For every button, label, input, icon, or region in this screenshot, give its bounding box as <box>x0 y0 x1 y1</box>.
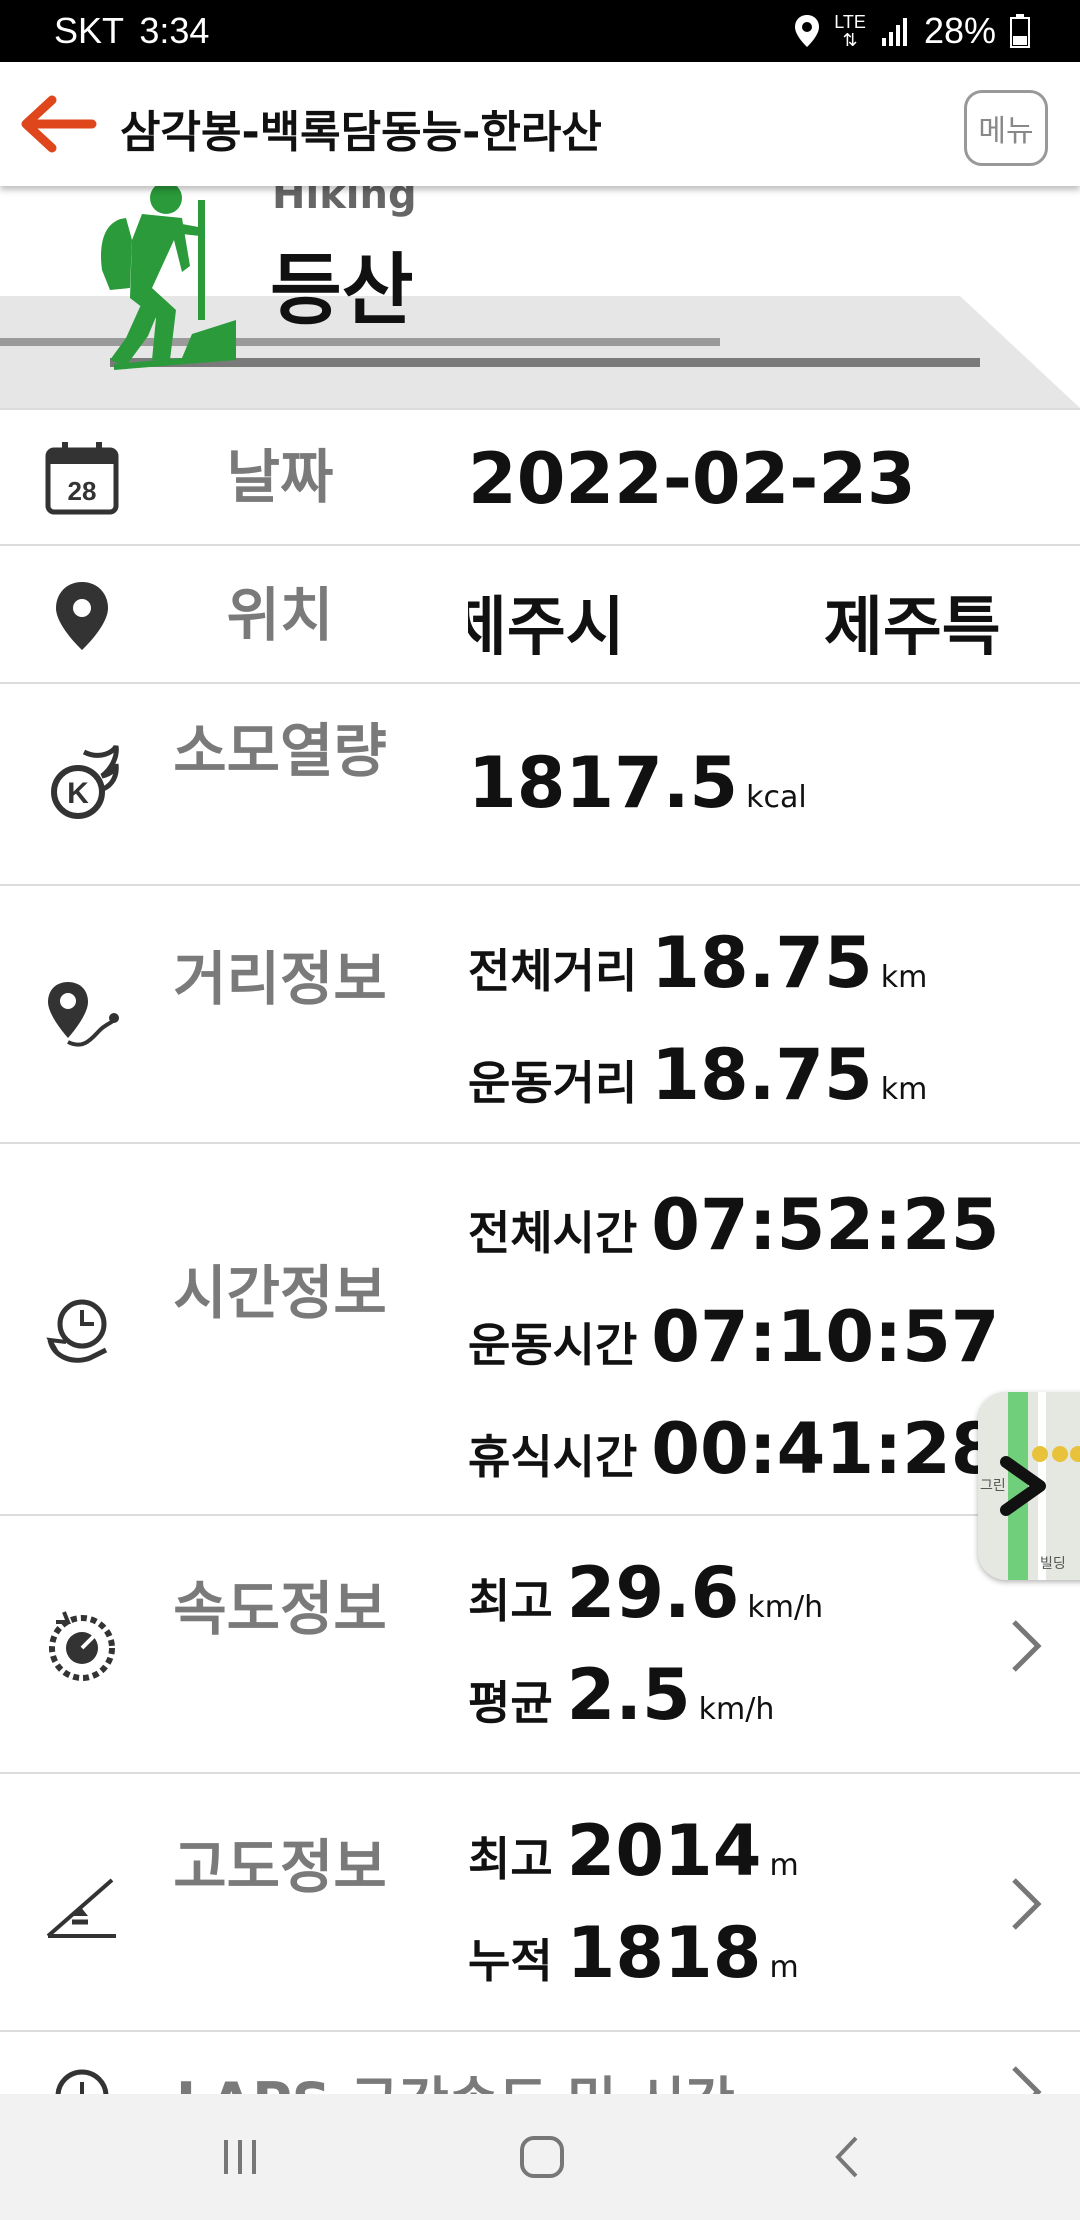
app-bar: 삼각봉-백록담동능-한라산 메뉴 <box>0 62 1080 186</box>
chevron-right-icon <box>1012 1878 1042 1930</box>
back-icon[interactable] <box>818 2132 878 2182</box>
page-title: 삼각봉-백록담동능-한라산 <box>120 107 602 158</box>
altitude-cum-unit: m <box>769 1950 799 1985</box>
date-value-line: 2022-02-23 <box>468 438 916 520</box>
altitude-max-line: 최고 2014 m <box>468 1810 799 1892</box>
calories-label: 소모열량 <box>173 717 387 785</box>
date-value: 2022-02-23 <box>468 438 916 520</box>
status-icons: LTE ⇅ 28% <box>794 8 1030 54</box>
time-rest-label: 휴식시간 <box>468 1430 638 1484</box>
activity-name-en: Hiking <box>272 186 417 218</box>
chevron-right-icon <box>1012 1620 1042 1672</box>
clock-icon <box>55 2069 109 2094</box>
location-value-part1: 제주시 <box>468 591 625 656</box>
laps-label: LAPS 구간속도 및 시간 <box>176 2058 735 2094</box>
system-nav-bar <box>0 2094 1080 2220</box>
activity-banner: Hiking 등산 <box>0 186 1080 408</box>
menu-button[interactable]: 메뉴 <box>964 90 1048 166</box>
recents-icon[interactable] <box>210 2132 270 2182</box>
calorie-flame-icon: K <box>51 744 119 819</box>
location-status-icon <box>794 14 820 48</box>
location-pin-icon <box>56 582 108 650</box>
lte-icon: LTE ⇅ <box>834 13 866 49</box>
battery-percent: 28% <box>923 10 996 51</box>
speed-label: 속도정보 <box>173 1575 387 1643</box>
speed-avg-value: 2.5 <box>566 1654 691 1736</box>
distance-moving-label: 운동거리 <box>468 1056 638 1110</box>
altitude-label: 고도정보 <box>173 1833 387 1901</box>
arrow-left-icon <box>21 95 97 153</box>
map-text-2: 빌딩 <box>1040 1556 1066 1572</box>
home-icon[interactable] <box>512 2132 572 2182</box>
data-arrows-icon: ⇅ <box>842 30 858 50</box>
carrier-label: SKT <box>54 10 124 51</box>
distance-total-label: 전체거리 <box>468 944 638 998</box>
status-bar: SKT 3:34 LTE ⇅ 28% <box>0 0 1080 62</box>
altitude-cum-value: 1818 <box>566 1912 762 1994</box>
altitude-row[interactable]: 고도정보 최고 2014 m 누적 1818 m <box>0 1772 1080 2030</box>
distance-route-icon <box>48 982 119 1047</box>
battery-icon <box>1010 14 1030 48</box>
map-preview-graphic: 그린 빌딩 <box>978 1392 1080 1580</box>
speed-max-value: 29.6 <box>566 1552 740 1634</box>
distance-row[interactable]: 거리정보 전체거리 18.75 km 운동거리 18.75 km <box>0 884 1080 1142</box>
altitude-max-unit: m <box>769 1848 799 1883</box>
speed-max-unit: km/h <box>747 1590 824 1625</box>
calories-value-line: 1817.5 kcal <box>468 742 807 824</box>
network-label: LTE <box>834 12 866 32</box>
altitude-max-value: 2014 <box>566 1810 762 1892</box>
altitude-slope-icon <box>46 1878 116 1938</box>
altitude-cum-line: 누적 1818 m <box>468 1912 799 1994</box>
speed-avg-unit: km/h <box>698 1692 775 1727</box>
location-row: 위치 제주시 제주특별 <box>0 544 1080 682</box>
time-rest-line: 휴식시간 00:41:28 <box>468 1408 1000 1490</box>
activity-name-ko: 등산 <box>270 246 414 336</box>
time-total-line: 전체시간 07:52:25 <box>468 1184 1000 1266</box>
distance-moving-unit: km <box>880 1072 928 1107</box>
time-moving-line: 운동시간 07:10:57 <box>468 1296 1000 1378</box>
speed-max-line: 최고 29.6 km/h <box>468 1552 823 1634</box>
calendar-icon: 28 <box>45 442 119 515</box>
distance-moving-line: 운동거리 18.75 km <box>468 1034 927 1116</box>
location-label: 위치 <box>226 581 334 649</box>
time-total-value: 07:52:25 <box>651 1184 1000 1266</box>
speed-avg-line: 평균 2.5 km/h <box>468 1654 774 1736</box>
calorie-icon-letter: K <box>67 777 89 810</box>
laps-row[interactable]: LAPS 구간속도 및 시간 <box>0 2030 1080 2094</box>
clock: 3:34 <box>139 10 210 51</box>
status-carrier-time: SKT 3:34 <box>54 10 209 52</box>
distance-label: 거리정보 <box>173 945 387 1013</box>
distance-total-line: 전체거리 18.75 km <box>468 922 927 1004</box>
chevron-right-icon <box>1012 2066 1042 2094</box>
time-moving-label: 운동시간 <box>468 1318 638 1372</box>
speed-row[interactable]: 속도정보 최고 29.6 km/h 평균 2.5 km/h <box>0 1514 1080 1772</box>
altitude-max-label: 최고 <box>468 1832 553 1886</box>
location-value-part2: 제주특별 <box>824 591 1001 656</box>
calendar-day-text: 28 <box>68 476 97 506</box>
altitude-cum-label: 누적 <box>468 1934 553 1988</box>
location-marquee: 제주시 제주특별 <box>468 576 1058 656</box>
date-label: 날짜 <box>226 443 334 511</box>
distance-total-unit: km <box>880 960 928 995</box>
calories-unit: kcal <box>746 780 807 815</box>
map-thumbnail-button[interactable]: 그린 빌딩 <box>978 1392 1080 1580</box>
signal-icon <box>880 16 910 46</box>
speedometer-icon <box>49 1611 115 1681</box>
date-row: 28 날짜 2022-02-23 <box>0 408 1080 544</box>
speed-max-label: 최고 <box>468 1574 553 1628</box>
calories-row: K 소모열량 1817.5 kcal <box>0 682 1080 884</box>
distance-total-value: 18.75 <box>651 922 873 1004</box>
time-row[interactable]: 시간정보 전체시간 07:52:25 운동시간 07:10:57 휴식시간 00… <box>0 1142 1080 1514</box>
time-moving-value: 07:10:57 <box>651 1296 1000 1378</box>
speed-avg-label: 평균 <box>468 1676 553 1730</box>
map-text-1: 그린 <box>980 1478 1006 1494</box>
time-label: 시간정보 <box>173 1259 387 1327</box>
distance-moving-value: 18.75 <box>651 1034 873 1116</box>
time-total-label: 전체시간 <box>468 1206 638 1260</box>
back-button[interactable] <box>18 92 98 156</box>
calories-value: 1817.5 <box>468 742 739 824</box>
time-rest-value: 00:41:28 <box>651 1408 1000 1490</box>
stopwatch-icon <box>46 1299 108 1363</box>
hiker-icon <box>101 186 236 370</box>
